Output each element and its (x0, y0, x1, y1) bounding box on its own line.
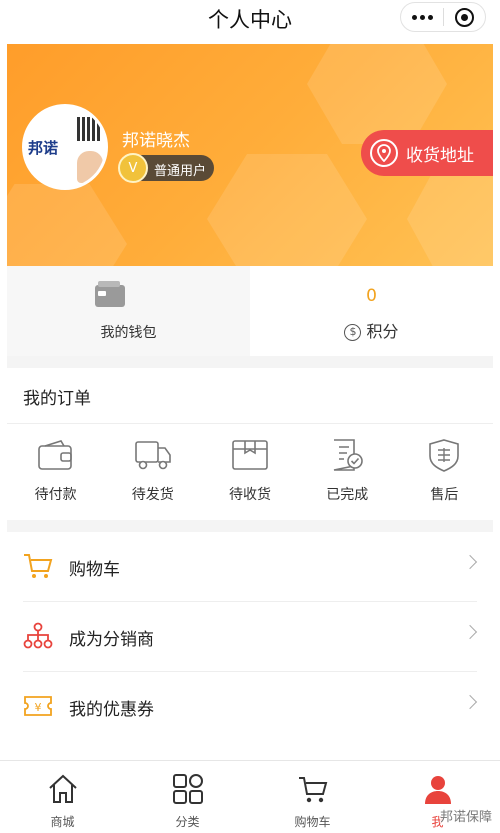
home-icon (48, 774, 77, 803)
order-label: 售后 (430, 487, 459, 503)
page-body: 邦诺 邦诺晓杰 V 普通用户 收货地址 我的钱包 0 $ 积分 我的订单 待付款… (7, 44, 493, 760)
my-orders-title[interactable]: 我的订单 (7, 368, 493, 424)
username: 邦诺晓杰 (122, 131, 190, 151)
more-options-button[interactable] (401, 14, 443, 20)
coin-icon: $ (344, 324, 362, 341)
cart-icon (24, 554, 53, 578)
close-mini-program-button[interactable] (444, 7, 485, 27)
menu-list: 购物车 成为分销商 ¥ 我的优惠券 (7, 532, 493, 760)
location-pin-icon (370, 139, 398, 167)
tab-cart[interactable]: 购物车 (250, 761, 375, 833)
chevron-right-icon (462, 624, 478, 640)
my-orders-section: 我的订单 待付款 待发货 待收货 已完成 售后 (7, 368, 493, 520)
shield-icon (429, 439, 460, 472)
order-label: 待收货 (229, 487, 271, 503)
chevron-right-icon (462, 694, 478, 710)
medal-icon: V (118, 153, 148, 183)
tab-label: 商城 (50, 815, 75, 829)
menu-item-distributor[interactable]: 成为分销商 (7, 602, 493, 672)
level-badge: V 普通用户 (118, 153, 214, 183)
network-icon (23, 622, 53, 649)
points-value: 0 (366, 286, 377, 306)
order-pending-shipment[interactable]: 待发货 (104, 424, 201, 520)
coupon-icon: ¥ (24, 696, 52, 716)
user-icon (424, 776, 451, 804)
watermark: 邦诺保障 (439, 806, 492, 825)
package-icon (232, 440, 268, 470)
order-completed[interactable]: 已完成 (299, 424, 396, 520)
points-label: 积分 (366, 322, 399, 341)
shipping-address-button[interactable]: 收货地址 (361, 130, 493, 176)
level-label: 普通用户 (154, 164, 207, 179)
order-label: 待发货 (131, 487, 174, 503)
avatar-logo: 邦诺 (28, 139, 59, 157)
menu-item-label: 成为分销商 (69, 630, 154, 650)
person-photo (77, 151, 103, 183)
order-label: 待付款 (34, 487, 77, 503)
avatar[interactable]: 邦诺 (22, 104, 108, 190)
tab-label: 分类 (175, 815, 200, 829)
qr-code-icon (77, 117, 101, 141)
wallet-icon (37, 440, 72, 470)
shipping-address-label: 收货地址 (406, 146, 474, 166)
truck-icon (134, 441, 171, 470)
tab-mall[interactable]: 商城 (0, 761, 125, 833)
order-pending-receipt[interactable]: 待收货 (201, 424, 298, 520)
title-bar: 个人中心 (0, 0, 500, 36)
menu-item-cart[interactable]: 购物车 (7, 532, 493, 602)
tab-label: 购物车 (294, 815, 331, 829)
target-icon (454, 7, 474, 27)
mini-program-capsule (400, 2, 486, 32)
wallet-label: 我的钱包 (100, 325, 157, 341)
profile-banner: 邦诺 邦诺晓杰 V 普通用户 收货地址 (7, 44, 493, 266)
menu-item-coupons[interactable]: ¥ 我的优惠券 (7, 672, 493, 742)
points-entry[interactable]: 0 $ 积分 (250, 266, 493, 356)
grid-icon (172, 774, 203, 804)
menu-item-label: 购物车 (69, 560, 120, 580)
menu-item-label: 我的优惠券 (69, 700, 154, 720)
cart-icon (298, 777, 327, 803)
document-check-icon (334, 439, 364, 471)
stats-bar: 我的钱包 0 $ 积分 (7, 266, 493, 356)
order-pending-payment[interactable]: 待付款 (7, 424, 104, 520)
tab-category[interactable]: 分类 (125, 761, 250, 833)
order-after-sales[interactable]: 售后 (396, 424, 493, 520)
chevron-right-icon (462, 554, 478, 570)
wallet-entry[interactable]: 我的钱包 (7, 266, 250, 356)
order-label: 已完成 (326, 487, 369, 503)
svg-text:¥: ¥ (35, 701, 42, 714)
bottom-tab-bar: 商城 分类 购物车 我 (0, 760, 500, 833)
wallet-icon (95, 281, 125, 307)
